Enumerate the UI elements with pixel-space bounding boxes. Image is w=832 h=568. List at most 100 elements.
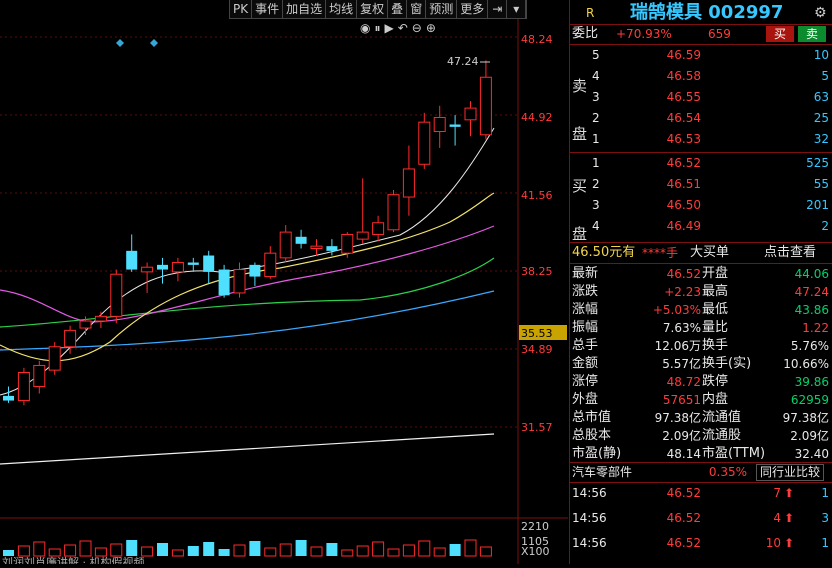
volume-bar <box>295 540 307 556</box>
stat-value: 2.09亿 <box>790 429 829 443</box>
play-icon[interactable]: ▶ <box>385 21 394 36</box>
buy-level-row[interactable]: 3 46.50 201 <box>570 196 832 214</box>
toolbar-pk-button[interactable]: PK <box>230 0 253 18</box>
volume-bar <box>64 544 77 557</box>
stock-header: R 瑞鹄模具 002997 ⚙ <box>570 2 832 24</box>
toolbar-adjust-button[interactable]: 复权 <box>357 0 389 18</box>
stat-value: 47.24 <box>794 285 829 299</box>
big-order-text: 46.50元有 <box>572 245 636 260</box>
toolbar-ma-button[interactable]: 均线 <box>326 0 358 18</box>
weibi-row: 委比 +70.93% 659 买 卖 <box>570 25 832 43</box>
event-marker-icon <box>116 39 124 47</box>
stat-label: 最低 <box>702 302 729 317</box>
toolbar-event-button[interactable]: 事件 <box>252 0 284 18</box>
toolbar-forecast-button[interactable]: 预测 <box>426 0 458 18</box>
ma5-line <box>0 127 495 396</box>
tick-time: 14:56 <box>572 511 607 525</box>
divider <box>570 152 832 153</box>
industry-pct: 0.35% <box>708 465 747 479</box>
settings-gear-icon[interactable]: ⚙ <box>814 4 827 22</box>
up-arrow-icon: ⬆ <box>784 486 795 500</box>
stat-label: 流通值 <box>702 410 742 425</box>
tick-volume: 10 <box>765 536 781 550</box>
toolbar-window-button[interactable]: 窗 <box>407 0 427 18</box>
level-price: 46.59 <box>666 48 701 62</box>
stat-label: 涨幅 <box>572 302 599 317</box>
toolbar-collapse-icon[interactable]: ⇥ <box>488 0 508 18</box>
chart-toolbar: PK 事件 加自选 均线 复权 叠 窗 预测 更多 ⇥ ▾ <box>229 0 528 19</box>
industry-row: 汽车零部件 0.35% 同行业比较 <box>570 463 832 481</box>
zoom-in-icon[interactable]: ⊕ <box>426 21 436 36</box>
industry-name[interactable]: 汽车零部件 <box>572 463 632 481</box>
candle-body <box>17 371 30 402</box>
stat-value: 62959 <box>790 393 829 407</box>
zoom-out-icon[interactable]: ⊖ <box>412 21 422 36</box>
buy-level-row[interactable]: 2 46.51 55 <box>570 175 832 193</box>
level-number: 2 <box>592 177 600 191</box>
level-volume: 10 <box>813 48 829 62</box>
volume-bar <box>141 546 154 557</box>
buy-level-row[interactable]: 4 46.49 2 <box>570 217 832 235</box>
toolbar-more-button[interactable]: 更多 <box>457 0 489 18</box>
volume-bar <box>310 546 323 557</box>
sell-level-row[interactable]: 2 46.54 25 <box>570 109 832 127</box>
toolbar-dropdown-icon[interactable]: ▾ <box>507 0 527 18</box>
volume-bar <box>110 543 123 557</box>
sell-level-row[interactable]: 4 46.58 5 <box>570 67 832 85</box>
stock-title: 瑞鹄模具 002997 <box>630 2 784 23</box>
stat-label: 总市值 <box>572 410 612 425</box>
stat-label: 市盈(TTM) <box>702 446 766 461</box>
weibi-label: 委比 <box>572 26 599 41</box>
candle-body <box>157 264 168 270</box>
candle-body <box>3 395 14 401</box>
volume-bar <box>33 541 46 557</box>
stats-row: 涨幅 +5.03% 最低 43.86 <box>570 301 832 319</box>
sell-level-row[interactable]: 5 46.59 10 <box>570 46 832 64</box>
volume-bar <box>372 541 385 557</box>
tick-row: 14:56 46.52 4 ⬆ 3 <box>570 509 832 527</box>
candle-body <box>203 255 215 272</box>
big-order-type: 大买单 <box>690 245 730 260</box>
level-price: 46.53 <box>666 132 701 146</box>
sell-button[interactable]: 卖 <box>798 26 826 42</box>
level-volume: 201 <box>806 198 829 212</box>
toolbar-add-watch-button[interactable]: 加自选 <box>283 0 327 18</box>
kline-svg[interactable]: 47.24 48.24 44.92 41.56 38.25 35.53 34.8… <box>0 0 568 568</box>
sell-level-row[interactable]: 1 46.53 32 <box>570 130 832 148</box>
volume-bar <box>233 544 246 557</box>
undo-icon[interactable]: ↶ <box>398 21 408 36</box>
candle-body <box>418 121 431 165</box>
volume-bar <box>387 548 400 557</box>
eye-icon[interactable]: ◉ <box>360 21 370 36</box>
buy-button[interactable]: 买 <box>766 26 794 42</box>
stat-value: 7.63% <box>662 321 701 335</box>
candles-group <box>3 60 492 406</box>
big-order-view-link[interactable]: 点击查看 <box>764 244 816 262</box>
tick-row: 14:56 46.52 10 ⬆ 1 <box>570 534 832 552</box>
tick-price: 46.52 <box>666 536 701 550</box>
toolbar-overlay-button[interactable]: 叠 <box>388 0 408 18</box>
candle-body <box>387 194 400 231</box>
tick-price: 46.52 <box>666 511 701 525</box>
volume-bar <box>157 543 168 556</box>
sell-level-row[interactable]: 3 46.55 63 <box>570 88 832 106</box>
stat-label: 总股本 <box>572 428 612 443</box>
industry-compare-button[interactable]: 同行业比较 <box>756 464 825 481</box>
stat-label: 流通股 <box>702 428 742 443</box>
level-price: 46.58 <box>666 69 701 83</box>
stat-label: 内盘 <box>702 392 729 407</box>
stats-row: 总市值 97.38亿 流通值 97.38亿 <box>570 409 832 427</box>
divider <box>570 482 832 483</box>
candle-body <box>264 252 277 278</box>
candle-body <box>372 222 385 235</box>
high-price-label: 47.24 <box>447 55 479 68</box>
stat-label: 涨跌 <box>572 284 599 299</box>
stat-label: 外盘 <box>572 392 599 407</box>
candle-body <box>64 329 77 348</box>
kline-chart[interactable]: 47.24 48.24 44.92 41.56 38.25 35.53 34.8… <box>0 0 568 568</box>
stats-row: 外盘 57651 内盘 62959 <box>570 391 832 409</box>
candle-body <box>249 264 261 277</box>
pause-icon[interactable]: ⏸ <box>374 21 380 36</box>
buy-level-row[interactable]: 1 46.52 525 <box>570 154 832 172</box>
candle-body <box>110 273 123 317</box>
